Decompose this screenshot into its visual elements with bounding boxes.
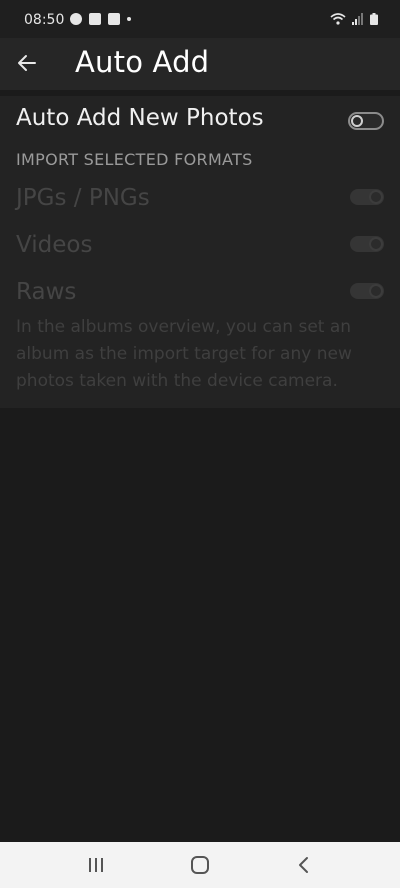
format-toggle-raws[interactable] xyxy=(350,283,384,299)
dot-icon xyxy=(127,17,131,21)
page-title: Auto Add xyxy=(75,45,210,79)
battery-icon xyxy=(370,13,378,25)
helper-text: In the albums overview, you can set an a… xyxy=(16,317,352,391)
notification-badge-icon xyxy=(108,13,120,25)
auto-add-new-photos-label: Auto Add New Photos xyxy=(16,105,264,131)
format-label-jpgs-pngs: JPGs / PNGs xyxy=(16,185,150,211)
status-bar: 08:50 xyxy=(0,0,400,38)
status-notification-icons xyxy=(70,13,131,25)
home-icon[interactable] xyxy=(188,854,212,876)
system-navigation-bar xyxy=(0,842,400,888)
status-system-icons xyxy=(330,13,378,25)
toggle-knob xyxy=(369,237,383,251)
auto-add-settings-panel: Auto Add New Photos IMPORT SELECTED FORM… xyxy=(0,96,400,408)
section-header-import-formats: IMPORT SELECTED FORMATS xyxy=(16,150,253,169)
auto-add-new-photos-toggle[interactable] xyxy=(348,112,384,130)
app-bar: Auto Add xyxy=(0,38,400,90)
format-toggle-jpgs-pngs[interactable] xyxy=(350,189,384,205)
signal-icon xyxy=(352,13,363,25)
format-label-videos: Videos xyxy=(16,232,93,258)
chrome-icon xyxy=(70,13,82,25)
format-toggle-videos[interactable] xyxy=(350,236,384,252)
wifi-icon xyxy=(330,13,346,25)
toggle-knob xyxy=(351,115,363,127)
back-icon[interactable] xyxy=(292,854,316,876)
toggle-knob xyxy=(369,190,383,204)
toggle-knob xyxy=(369,284,383,298)
format-label-raws: Raws xyxy=(16,279,77,305)
gallery-icon xyxy=(89,13,101,25)
status-time: 08:50 xyxy=(24,12,65,28)
recent-apps-icon[interactable] xyxy=(84,854,108,876)
arrow-left-icon[interactable] xyxy=(14,50,40,76)
